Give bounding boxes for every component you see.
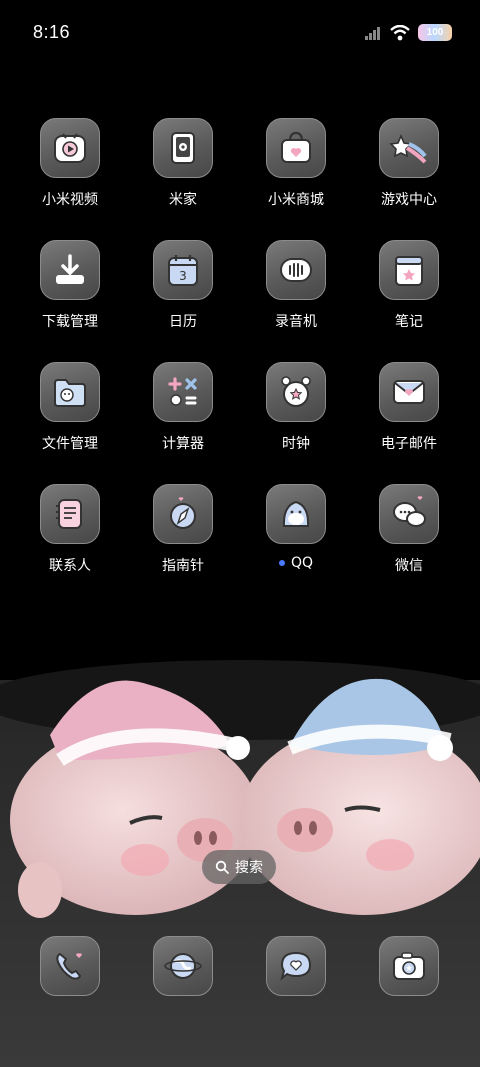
phone-icon [56,952,82,980]
mail-icon [393,380,425,404]
app-tile[interactable] [153,118,213,178]
app-download-manager[interactable]: 下载管理 [14,240,126,331]
app-game-center[interactable]: 游戏中心 [353,118,465,209]
clock-icon [281,376,311,407]
compass-icon [170,497,196,529]
wifi-icon [390,24,410,40]
app-email[interactable]: 电子邮件 [353,362,465,453]
dock-browser[interactable] [127,936,239,996]
app-mijia[interactable]: 米家 [127,118,239,209]
search-button[interactable]: 搜索 [202,850,276,884]
calendar-icon: 3 [168,255,198,286]
app-label: 笔记 [395,314,423,330]
app-label: 小米商城 [268,192,324,208]
app-label: QQ [278,555,314,571]
app-tile[interactable] [40,936,100,996]
app-label: 米家 [169,192,197,208]
home-device-icon [171,132,195,164]
app-label: 时钟 [282,436,310,452]
search-label: 搜索 [235,860,263,876]
app-tile[interactable] [40,118,100,178]
app-label: 联系人 [49,558,91,574]
app-tile[interactable] [153,936,213,996]
signal-icon [365,26,380,40]
app-mi-video[interactable]: 小米视频 [14,118,126,209]
app-tile[interactable] [266,936,326,996]
app-tile[interactable] [266,118,326,178]
app-label: 文件管理 [42,436,98,452]
app-calendar[interactable]: 3 日历 [127,240,239,331]
app-label: 指南针 [162,558,204,574]
app-tile[interactable] [379,484,439,544]
recorder-icon [280,258,312,282]
app-tile[interactable] [40,362,100,422]
calculator-icon [168,377,197,406]
app-tile[interactable] [266,484,326,544]
app-label: 微信 [395,558,423,574]
app-notes[interactable]: 笔记 [353,240,465,331]
app-label: 游戏中心 [381,192,437,208]
app-wechat[interactable]: 微信 [353,484,465,575]
battery-icon: 100 [418,24,452,41]
app-compass[interactable]: 指南针 [127,484,239,575]
video-icon [54,133,86,163]
app-tile[interactable] [379,240,439,300]
app-qq[interactable]: QQ [240,484,352,571]
messages-icon [280,951,312,981]
app-clock[interactable]: 时钟 [240,362,352,453]
app-tile[interactable] [379,936,439,996]
app-tile[interactable] [153,362,213,422]
app-mi-store[interactable]: 小米商城 [240,118,352,209]
app-label: 日历 [169,314,197,330]
download-icon [56,254,84,284]
app-contacts[interactable]: 联系人 [14,484,126,575]
app-tile[interactable] [153,484,213,544]
app-tile[interactable] [40,484,100,544]
app-tile[interactable]: 3 [153,240,213,300]
shopping-bag-icon [281,131,311,163]
app-tile[interactable] [40,240,100,300]
wechat-icon [393,496,426,527]
contacts-icon [56,499,82,529]
game-star-icon [389,133,427,164]
app-label: 电子邮件 [381,436,437,452]
app-label-text: QQ [290,555,314,571]
status-time: 8:16 [33,22,71,42]
app-label: 小米视频 [42,192,98,208]
dock-messages[interactable] [240,936,352,996]
app-label: 计算器 [162,436,204,452]
app-label: 录音机 [275,314,317,330]
status-icons: 100 [364,24,452,41]
search-icon [215,860,229,874]
app-label: 下载管理 [42,314,98,330]
app-tile[interactable] [266,240,326,300]
app-calculator[interactable]: 计算器 [127,362,239,453]
status-bar: 8:16 100 [0,0,480,68]
dock-phone[interactable] [14,936,126,996]
browser-globe-icon [164,953,202,979]
app-tile[interactable] [266,362,326,422]
new-update-dot [278,560,285,566]
dock-camera[interactable] [353,936,465,996]
folder-icon [54,379,86,407]
app-file-manager[interactable]: 文件管理 [14,362,126,453]
notes-icon [395,256,423,286]
svg-text:3: 3 [179,269,187,283]
camera-icon [393,952,425,980]
app-tile[interactable] [379,362,439,422]
qq-penguin-icon [282,500,310,527]
app-tile[interactable] [379,118,439,178]
app-recorder[interactable]: 录音机 [240,240,352,331]
